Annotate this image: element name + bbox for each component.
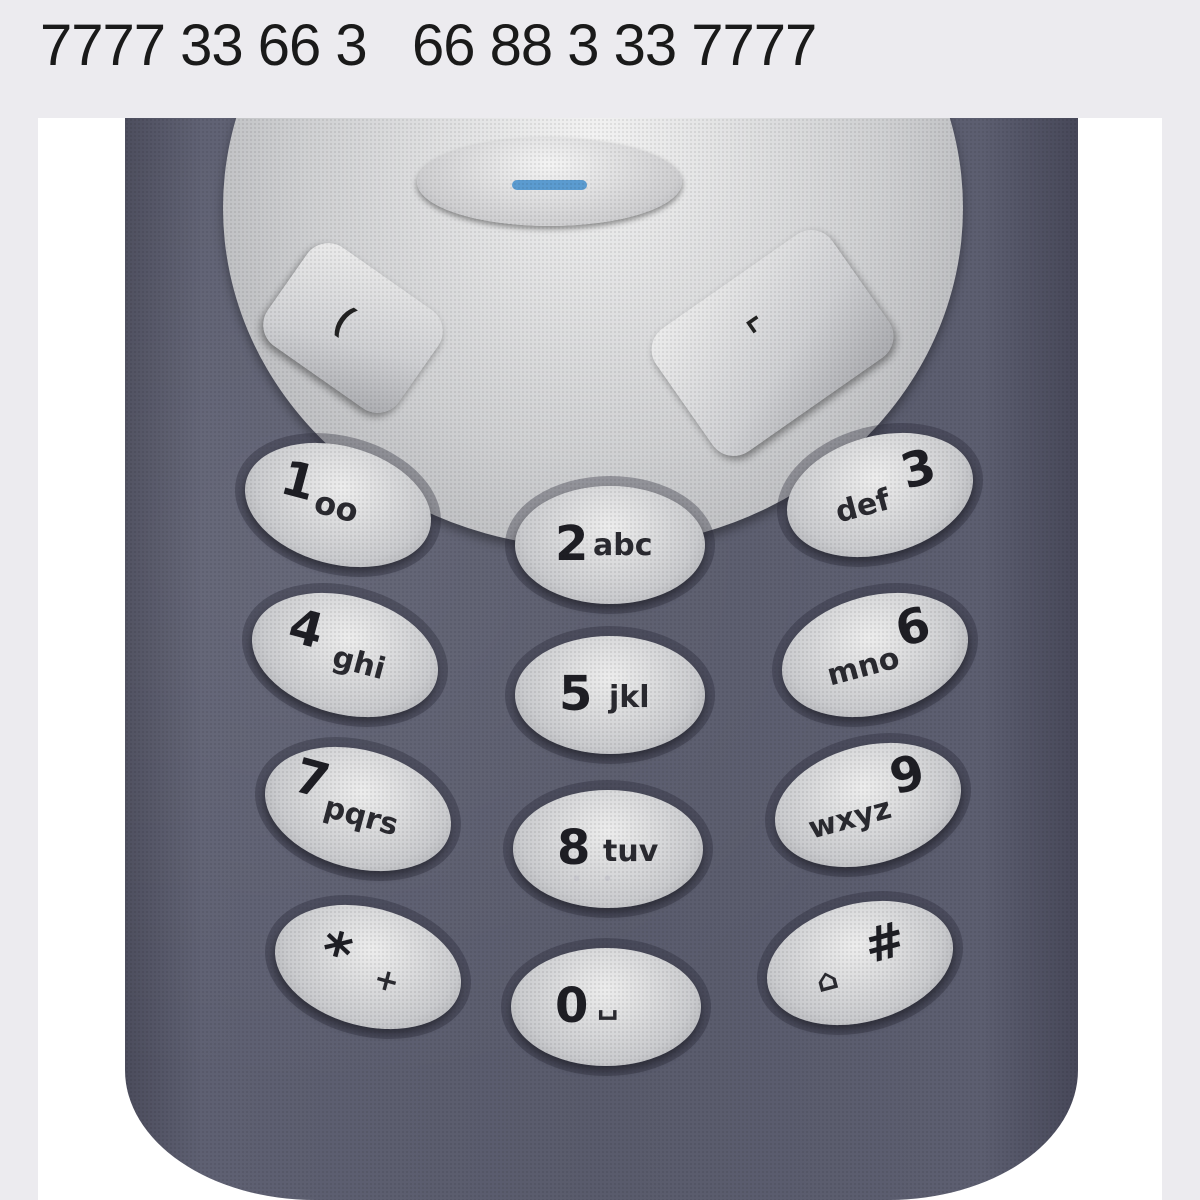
key-6-letters: mno xyxy=(823,640,904,694)
key-2-letters: abc xyxy=(593,528,653,563)
key-9-number: 9 xyxy=(883,743,931,807)
key-4-number: 4 xyxy=(282,597,330,661)
key-hash-symbol: # xyxy=(858,910,912,976)
key-star-letters: + xyxy=(369,960,404,1001)
call-icon: ( xyxy=(328,298,362,339)
key-9[interactable]: wxyz 9 xyxy=(760,723,976,887)
shift-icon: ⌂ xyxy=(812,960,843,1001)
key-7-letters: pqrs xyxy=(319,789,403,844)
key-star-symbol: * xyxy=(313,918,359,989)
key-0-number: 0 xyxy=(555,978,589,1034)
navi-key-indicator xyxy=(512,180,587,190)
key-9-letters: wxyz xyxy=(804,790,896,847)
key-8-letters: tuv xyxy=(603,834,659,869)
key-3-number: 3 xyxy=(894,437,942,501)
phone-body: ( ⌜ 1 οο 2 abc def 3 4 ghi 5 jkl mno 6 7… xyxy=(125,118,1078,1200)
key-5[interactable]: 5 jkl xyxy=(515,636,705,754)
key-separator-dots: •• xyxy=(573,868,636,890)
key-2[interactable]: 2 abc xyxy=(515,486,705,604)
key-4[interactable]: 4 ghi xyxy=(237,573,453,737)
key-4-letters: ghi xyxy=(328,639,390,688)
key-hash[interactable]: ⌂ # xyxy=(752,881,968,1045)
key-5-letters: jkl xyxy=(609,680,650,715)
key-5-number: 5 xyxy=(559,666,593,722)
navi-key[interactable] xyxy=(417,138,682,226)
key-6[interactable]: mno 6 xyxy=(767,573,983,737)
key-3-letters: def xyxy=(831,482,894,531)
voicemail-icon: οο xyxy=(310,482,363,531)
key-2-number: 2 xyxy=(555,516,589,572)
space-icon: ␣ xyxy=(597,986,619,1021)
key-7[interactable]: 7 pqrs xyxy=(250,727,466,891)
caption-text: 7777 33 66 3 66 88 3 33 7777 xyxy=(40,13,817,78)
clear-icon: ⌜ xyxy=(741,310,779,354)
key-star[interactable]: * + xyxy=(260,885,476,1049)
key-0[interactable]: 0 ␣ xyxy=(511,948,701,1066)
